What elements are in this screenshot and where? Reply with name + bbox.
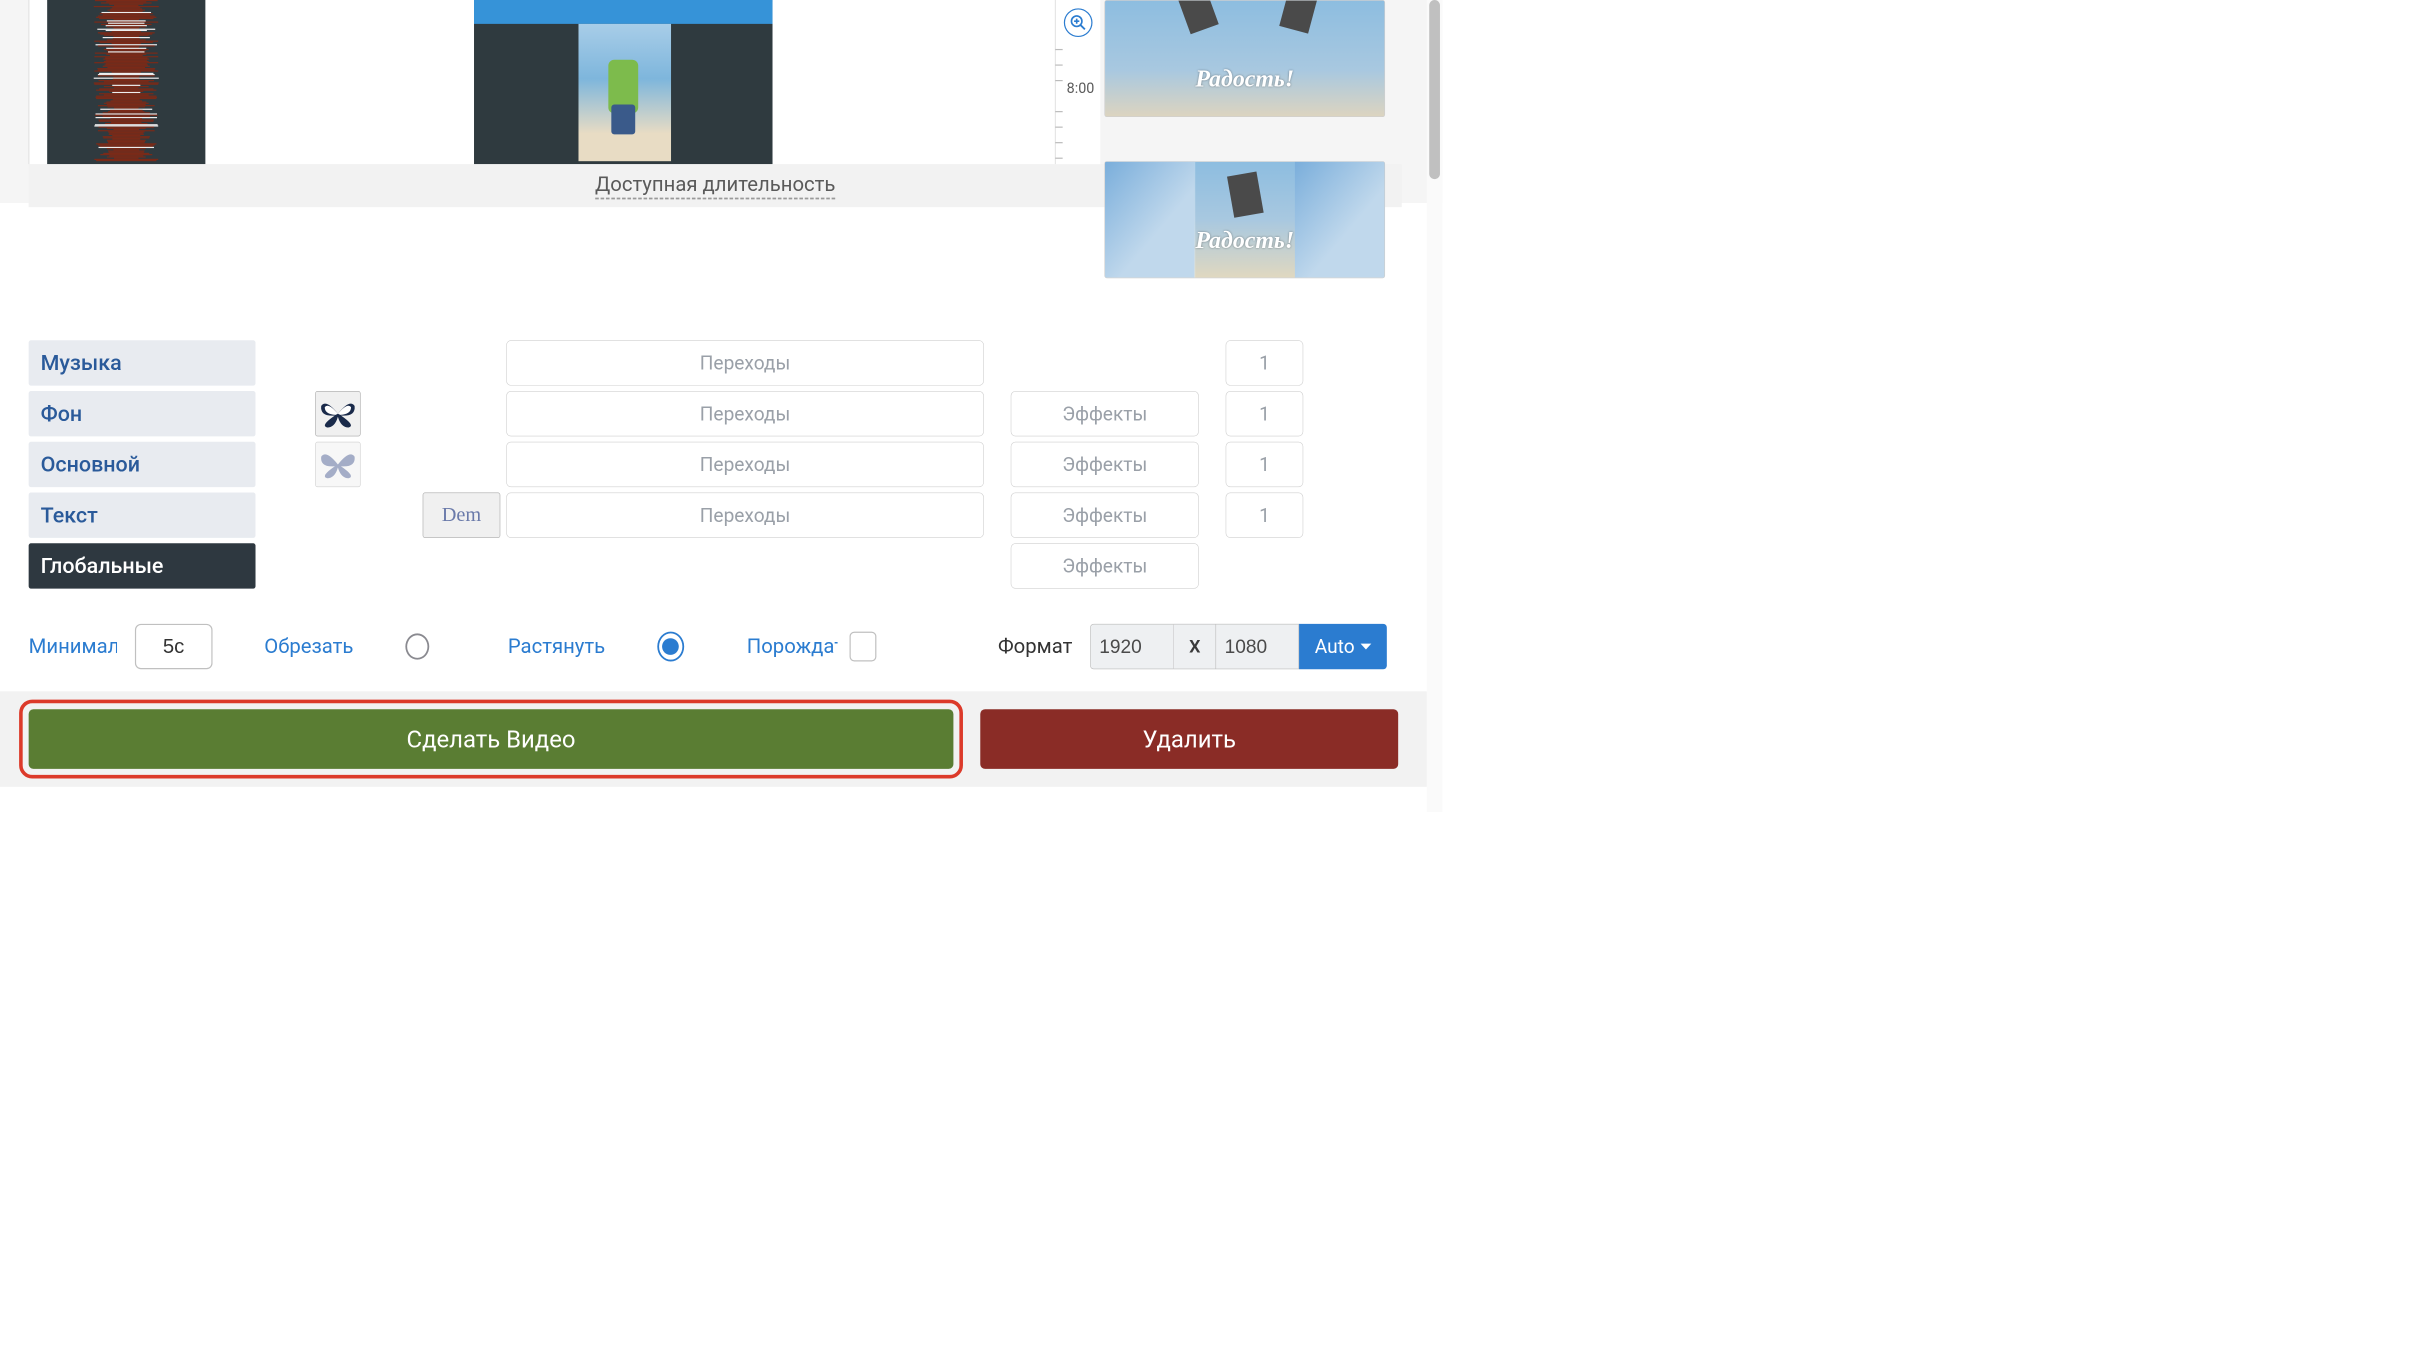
video-clip[interactable]: [474, 0, 773, 164]
count-main[interactable]: 1: [1226, 442, 1304, 487]
preview-thumb-2-text: Радость!: [1105, 226, 1384, 254]
clip-thumbnail: [578, 24, 671, 161]
crop-label: Обрезать: [264, 635, 353, 659]
format-label: Формат: [998, 635, 1072, 659]
preview-thumb-1[interactable]: Радость!: [1104, 0, 1385, 117]
count-music[interactable]: 1: [1226, 340, 1304, 385]
wait-label: Порождать: [747, 635, 838, 659]
format-x-label: X: [1174, 624, 1216, 669]
chevron-down-icon: [1361, 644, 1372, 650]
layer-row-background: Фон Переходы Эффекты 1: [29, 391, 1387, 436]
count-background[interactable]: 1: [1226, 391, 1304, 436]
transitions-button-text[interactable]: Переходы: [506, 493, 984, 538]
layer-row-text: Текст Dem Переходы Эффекты 1: [29, 493, 1387, 538]
layer-main-label[interactable]: Основной: [29, 442, 256, 487]
main-thumbnail[interactable]: [315, 442, 360, 487]
preview-thumb-1-text: Радость!: [1105, 64, 1384, 92]
transitions-button-background[interactable]: Переходы: [506, 391, 984, 436]
bottom-bar: Сделать Видео Удалить: [0, 691, 1427, 787]
preview-pane: Радость! Радость!: [1104, 0, 1385, 325]
time-ruler: 8:00 10:00: [1055, 0, 1100, 185]
count-text[interactable]: 1: [1226, 493, 1304, 538]
background-thumbnail[interactable]: [315, 391, 360, 436]
layer-global-label[interactable]: Глобальные: [29, 543, 256, 588]
format-width-input[interactable]: [1090, 624, 1174, 669]
zoom-in-icon: [1069, 14, 1087, 32]
editor-top: 8:00 10:00 Доступная длительность Радост…: [0, 0, 1442, 203]
stretch-label: Растянуть: [508, 635, 605, 659]
transitions-button-main[interactable]: Переходы: [506, 442, 984, 487]
effects-button-main[interactable]: Эффекты: [1011, 442, 1199, 487]
clip-title-bar: [474, 0, 773, 24]
minimal-input[interactable]: [135, 624, 213, 669]
layer-row-music: Музыка Переходы 1: [29, 340, 1387, 385]
timeline[interactable]: [29, 0, 1056, 164]
minimal-label: Минимальная: [29, 635, 117, 659]
zoom-in-button[interactable]: [1064, 8, 1093, 37]
layer-music-label[interactable]: Музыка: [29, 340, 256, 385]
effects-button-text[interactable]: Эффекты: [1011, 493, 1199, 538]
make-video-button[interactable]: Сделать Видео: [29, 709, 954, 769]
wait-checkbox[interactable]: [850, 632, 877, 662]
text-thumbnail[interactable]: Dem: [423, 493, 501, 538]
audio-clip[interactable]: [47, 0, 205, 164]
layer-background-label[interactable]: Фон: [29, 391, 256, 436]
effects-button-global[interactable]: Эффекты: [1011, 543, 1199, 588]
effects-button-background[interactable]: Эффекты: [1011, 391, 1199, 436]
format-height-input[interactable]: [1216, 624, 1300, 669]
auto-label: Auto: [1315, 635, 1355, 658]
available-duration-link[interactable]: Доступная длительность: [595, 172, 835, 199]
layer-row-main: Основной Переходы Эффекты 1: [29, 442, 1387, 487]
scrollbar[interactable]: [1427, 0, 1443, 812]
stretch-radio[interactable]: [657, 632, 684, 662]
crop-radio[interactable]: [405, 633, 429, 659]
preview-thumb-2[interactable]: Радость!: [1104, 161, 1385, 278]
layer-text-label[interactable]: Текст: [29, 493, 256, 538]
auto-dropdown[interactable]: Auto: [1299, 624, 1387, 669]
butterfly-icon: [320, 399, 356, 429]
delete-button[interactable]: Удалить: [980, 709, 1398, 769]
layers-table: Музыка Переходы 1 Фон Переходы Эффекты 1…: [29, 340, 1387, 594]
waveform-icon: [80, 0, 173, 164]
scrollbar-thumb[interactable]: [1429, 0, 1440, 179]
layer-row-global: Глобальные Эффекты: [29, 543, 1387, 588]
butterfly-icon: [320, 450, 356, 480]
controls-row: Минимальная Обрезать Растянуть Порождать…: [29, 624, 1387, 669]
format-group: X Auto: [1090, 624, 1387, 669]
time-tick-800: 8:00: [1067, 80, 1095, 97]
transitions-button-music[interactable]: Переходы: [506, 340, 984, 385]
